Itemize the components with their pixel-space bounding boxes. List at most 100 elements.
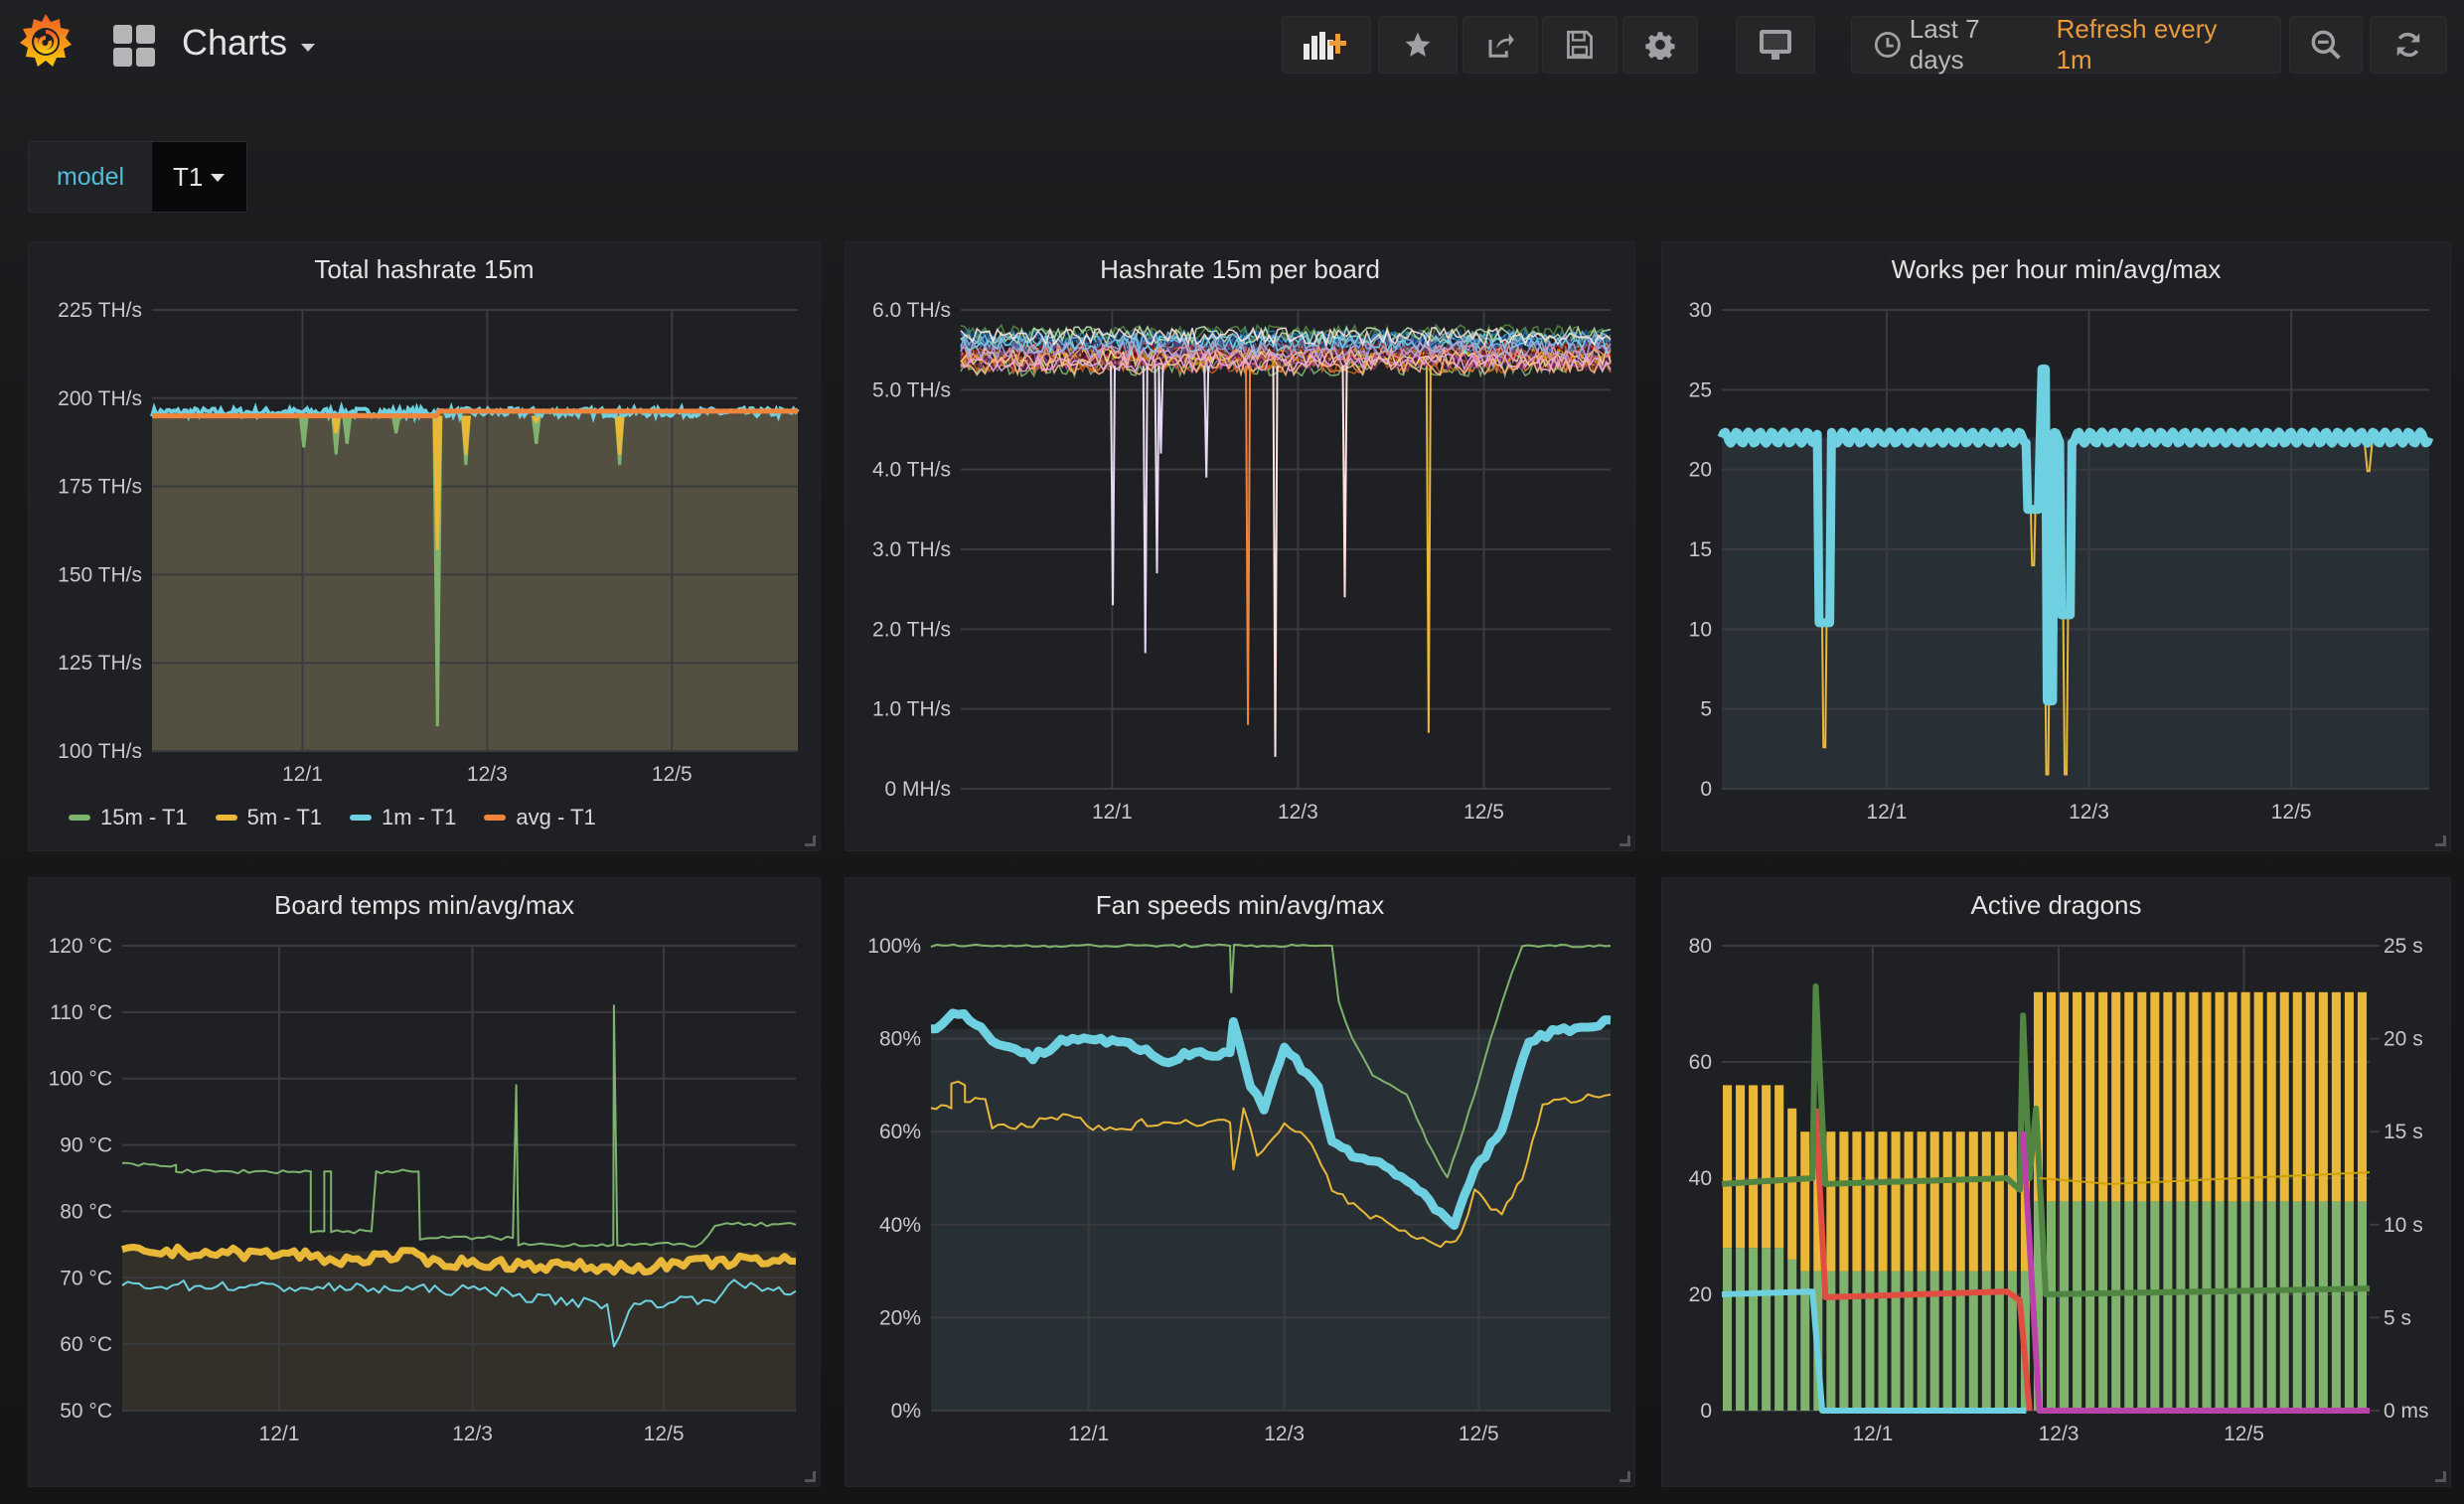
bar-yellow [1723, 1085, 1733, 1249]
x-tick-label: 12/1 [1866, 801, 1907, 824]
panel-resize-handle[interactable] [1619, 1471, 1630, 1482]
legend-label: avg - T1 [516, 805, 596, 829]
x-tick-label: 12/3 [2039, 1423, 2079, 1445]
bar-yellow [2357, 991, 2367, 1202]
bar-green [2305, 1201, 2315, 1411]
bar-yellow [1878, 1131, 1888, 1272]
dashboard-grid-icon[interactable] [113, 25, 155, 67]
bar-green [2150, 1201, 2160, 1411]
bar-green [1736, 1248, 1746, 1411]
y-tick-label: 80 [1689, 935, 1712, 958]
y2-tick-label: 15 s [2384, 1121, 2423, 1143]
legend-item[interactable]: 1m - T1 [350, 805, 456, 830]
settings-button[interactable] [1622, 16, 1698, 74]
panel-resize-handle[interactable] [1619, 835, 1630, 846]
bar-yellow [1787, 1108, 1797, 1260]
y2-tick-label: 5 s [2384, 1306, 2411, 1329]
y-tick-label: 125 TH/s [58, 652, 142, 675]
bar-yellow [2253, 991, 2263, 1202]
bar-yellow [1929, 1131, 1939, 1272]
x-tick-label: 12/5 [644, 1423, 685, 1445]
bar-yellow [2292, 991, 2302, 1202]
panel-resize-handle[interactable] [805, 1471, 816, 1482]
grafana-logo-icon [20, 14, 72, 67]
bar-yellow [1736, 1085, 1746, 1249]
add-panel-button[interactable] [1282, 16, 1371, 74]
panel-board-temps[interactable]: Board temps min/avg/max 50 °C 60 °C 70 °C 8… [28, 877, 821, 1487]
y-tick-label: 175 TH/s [58, 476, 142, 499]
variable-value-dropdown[interactable]: T1 [152, 142, 246, 212]
bar-green [2098, 1201, 2108, 1411]
y-tick-label: 1.0 TH/s [872, 698, 951, 721]
bar-yellow [2344, 991, 2354, 1202]
x-tick-label: 12/5 [2224, 1423, 2264, 1445]
y2-tick-label: 25 s [2384, 935, 2423, 958]
gear-icon [1645, 32, 1675, 60]
bar-green [2111, 1201, 2121, 1411]
bar-green [1878, 1271, 1888, 1411]
bar-green [1774, 1248, 1784, 1411]
y-tick-label: 120 °C [49, 935, 112, 958]
bar-green [1787, 1259, 1797, 1411]
legend-item[interactable]: 15m - T1 [69, 805, 188, 830]
bar-yellow [2266, 991, 2276, 1202]
y-tick-label: 100 °C [49, 1068, 112, 1091]
series-max [121, 1004, 797, 1248]
share-button[interactable] [1463, 16, 1538, 74]
panel-fan-speeds[interactable]: Fan speeds min/avg/max 0% 20% 40% 60% 80% 100… [845, 877, 1635, 1487]
bar-yellow [1774, 1085, 1784, 1249]
bar-green [2163, 1201, 2173, 1411]
variable-value: T1 [173, 161, 204, 192]
add-panel-icon [1304, 32, 1346, 60]
bar-yellow [1762, 1085, 1771, 1249]
panel-resize-handle[interactable] [805, 835, 816, 846]
x-tick-label: 12/1 [282, 763, 323, 786]
y-tick-label: 20 [1689, 459, 1712, 482]
x-tick-label: 12/1 [1852, 1423, 1893, 1445]
bar-yellow [1891, 1131, 1901, 1272]
panel-hashrate-per-board[interactable]: Hashrate 15m per board 0 MH/s 1.0 TH/s 2.0… [845, 241, 1635, 851]
board-dip [1203, 366, 1210, 478]
bar-green [1865, 1271, 1875, 1411]
dashboard-title-dropdown[interactable]: Charts [182, 22, 316, 64]
bar-green [2085, 1201, 2095, 1411]
bar-yellow [2124, 991, 2134, 1202]
x-tick-label: 12/3 [2069, 801, 2109, 824]
x-tick-label: 12/5 [2271, 801, 2312, 824]
bar-yellow [2240, 991, 2250, 1202]
legend-label: 15m - T1 [100, 805, 188, 829]
bar-green [2202, 1201, 2212, 1411]
bar-yellow [2189, 991, 2199, 1202]
chart-board-temps: 50 °C 60 °C 70 °C 80 °C 90 °C 100 °C 110 °C 120… [49, 935, 797, 1445]
panel-resize-handle[interactable] [2435, 1471, 2446, 1482]
save-button[interactable] [1542, 16, 1617, 74]
x-tick-label: 12/3 [467, 763, 508, 786]
y2-tick-label: 10 s [2384, 1214, 2423, 1237]
bar-yellow [2202, 991, 2212, 1202]
area-fill [122, 1251, 796, 1411]
zoom-out-button[interactable] [2289, 16, 2363, 74]
bar-green [2047, 1201, 2057, 1411]
time-picker-button[interactable]: Last 7 days Refresh every 1m [1851, 14, 2281, 75]
panel-total-hashrate[interactable]: Total hashrate 15m 100 TH/s 125 TH/s 150 T… [28, 241, 821, 851]
y-tick-label: 100% [867, 935, 921, 958]
legend-label: 1m - T1 [382, 805, 457, 829]
y-tick-label: 0 [1700, 1400, 1712, 1423]
panel-resize-handle[interactable] [2435, 835, 2446, 846]
bar-green [2176, 1201, 2186, 1411]
panel-active-dragons[interactable]: Active dragons 0 20 40 60 80 0 ms 5 s 10 s 15 s2… [1661, 877, 2451, 1487]
bar-yellow [2318, 991, 2328, 1202]
legend-item[interactable]: avg - T1 [484, 805, 596, 830]
x-tick-label: 12/1 [1092, 801, 1133, 824]
tv-mode-button[interactable] [1736, 16, 1815, 74]
y-tick-label: 2.0 TH/s [872, 618, 951, 641]
x-tick-label: 12/5 [1459, 1423, 1499, 1445]
star-button[interactable] [1378, 16, 1458, 74]
bar-green [2215, 1201, 2225, 1411]
refresh-button[interactable] [2370, 16, 2447, 74]
bar-yellow [2111, 991, 2121, 1202]
panel-works-per-hour[interactable]: Works per hour min/avg/max 0 5 10 15 20 25 30 1… [1661, 241, 2451, 851]
time-range-label: Last 7 days [1909, 14, 1980, 75]
legend-item[interactable]: 5m - T1 [215, 805, 322, 830]
grafana-logo[interactable] [14, 10, 77, 74]
